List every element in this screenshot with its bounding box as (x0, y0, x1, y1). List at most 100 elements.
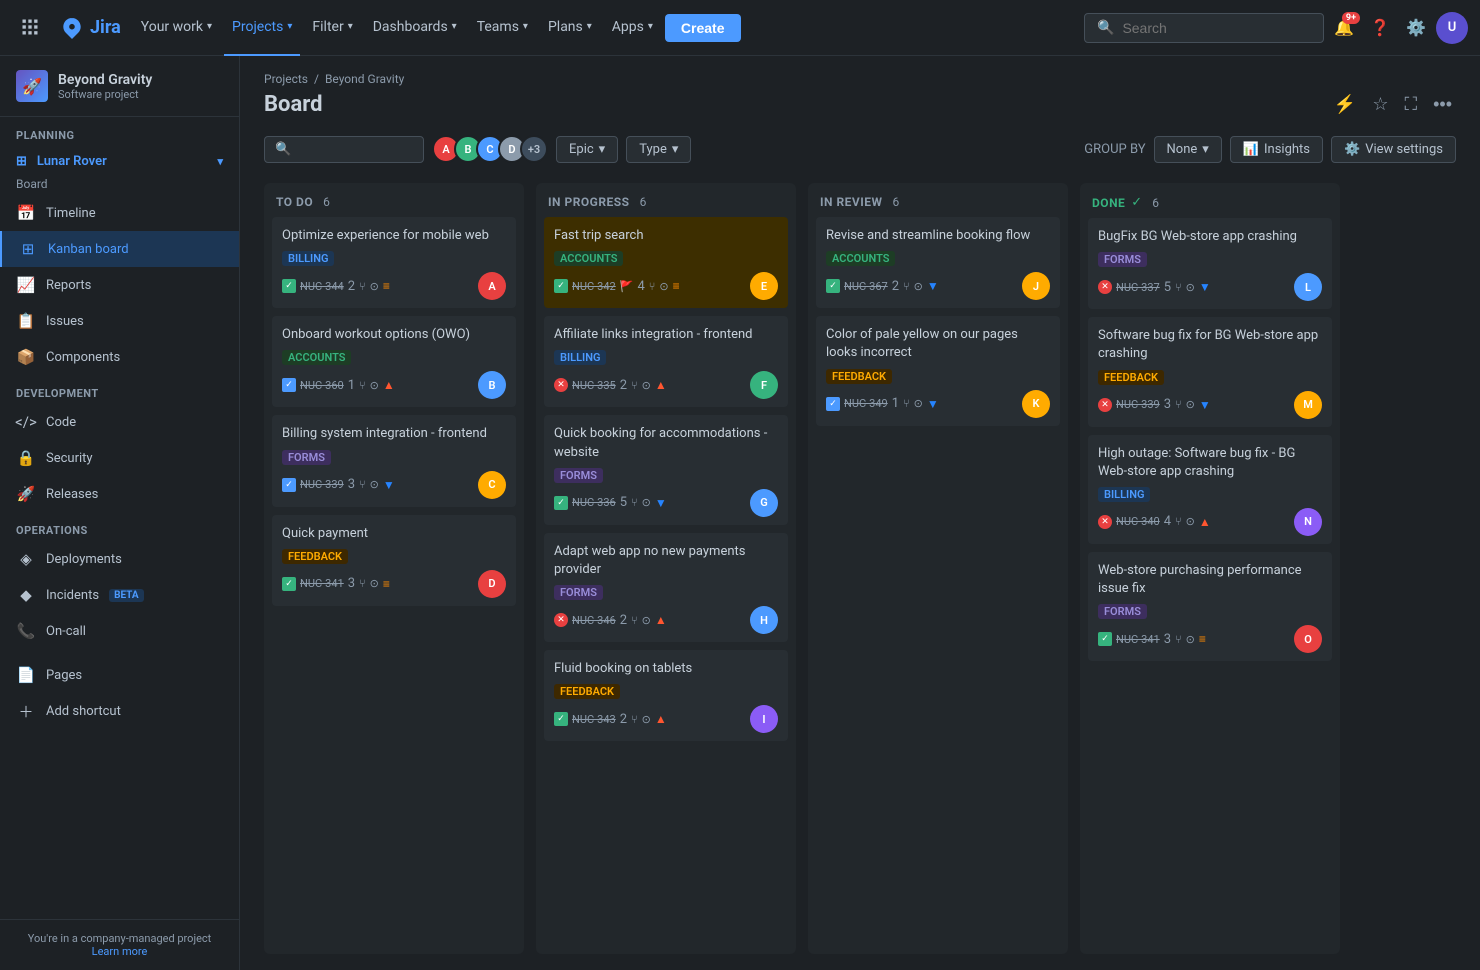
board-search-input[interactable] (297, 142, 413, 157)
create-button[interactable]: Create (665, 14, 741, 42)
card[interactable]: Affiliate links integration - frontend B… (544, 316, 788, 407)
sidebar-item-components[interactable]: 📦 Components (0, 339, 239, 375)
card-tag: ACCOUNTS (826, 251, 895, 266)
column-cards-done: BugFix BG Web-store app crashing FORMS ✕… (1080, 218, 1340, 669)
more-actions-button[interactable]: ••• (1429, 90, 1456, 119)
card[interactable]: Billing system integration - frontend FO… (272, 415, 516, 506)
breadcrumb-projects[interactable]: Projects (264, 72, 308, 86)
card[interactable]: Color of pale yellow on our pages looks … (816, 316, 1060, 425)
card-count: 3 (348, 477, 355, 492)
card-title: BugFix BG Web-store app crashing (1098, 228, 1322, 246)
settings-button[interactable]: ⚙️ (1400, 12, 1432, 44)
dashboards-nav[interactable]: Dashboards ▾ (365, 0, 465, 56)
epic-filter-button[interactable]: Epic ▾ (556, 136, 618, 163)
plans-nav[interactable]: Plans ▾ (540, 0, 600, 56)
code-label: Code (46, 415, 76, 430)
development-section-label: DEVELOPMENT (0, 375, 239, 404)
card[interactable]: Fluid booking on tablets FEEDBACK ✓ NUC-… (544, 650, 788, 741)
column-count-inprogress: 6 (640, 195, 647, 209)
expand-button[interactable]: ⛶ (1400, 90, 1421, 119)
notifications-button[interactable]: 🔔 9+ (1328, 12, 1360, 44)
card[interactable]: Quick payment FEEDBACK ✓ NUC-341 3 ⑂ ⊙ ≡… (272, 515, 516, 606)
project-name: Beyond Gravity (58, 72, 152, 88)
insights-button[interactable]: 📊 Insights (1230, 136, 1323, 163)
sidebar-item-oncall[interactable]: 📞 On-call (0, 613, 239, 649)
card[interactable]: Adapt web app no new payments provider F… (544, 533, 788, 642)
sidebar-item-pages[interactable]: 📄 Pages (0, 657, 239, 693)
breadcrumb-project[interactable]: Beyond Gravity (325, 72, 404, 86)
lightning-button[interactable]: ⚡ (1330, 90, 1360, 119)
priority-icon: ▼ (927, 279, 939, 293)
type-filter-button[interactable]: Type ▾ (626, 136, 691, 163)
card-tag: FEEDBACK (554, 684, 620, 699)
sidebar-item-code[interactable]: </> Code (0, 404, 239, 440)
filter-nav[interactable]: Filter ▾ (304, 0, 360, 56)
card-id: NUC-346 (572, 614, 616, 627)
column-todo: TO DO 6 Optimize experience for mobile w… (264, 183, 524, 954)
jira-logo[interactable]: Jira (52, 16, 129, 40)
kanban-board: TO DO 6 Optimize experience for mobile w… (240, 171, 1480, 970)
card-title: Color of pale yellow on our pages looks … (826, 326, 1050, 362)
lunar-rover-group[interactable]: ⊞ Lunar Rover ▾ (0, 146, 239, 177)
card-title: Fast trip search (554, 227, 778, 245)
search-box[interactable]: 🔍 (1084, 13, 1324, 43)
projects-nav[interactable]: Projects ▾ (224, 0, 300, 56)
view-settings-button[interactable]: ⚙️ View settings (1331, 136, 1456, 163)
board-action-buttons: ⚡ ☆ ⛶ ••• (1330, 90, 1456, 119)
sidebar-item-add-shortcut[interactable]: ＋ Add shortcut (0, 693, 239, 729)
branch-icon: ⑂ (359, 577, 366, 590)
priority-icon: ▲ (655, 613, 667, 627)
card-tag: FORMS (554, 468, 603, 483)
apps-grid-icon[interactable] (12, 0, 48, 56)
flag-icon: 🚩 (620, 280, 634, 293)
avatar-filter-more[interactable]: +3 (520, 135, 548, 163)
priority-icon: ≡ (383, 279, 390, 293)
sidebar-item-timeline[interactable]: 📅 Timeline (0, 195, 239, 231)
card[interactable]: Web-store purchasing performance issue f… (1088, 552, 1332, 661)
sidebar-item-releases[interactable]: 🚀 Releases (0, 476, 239, 512)
card[interactable]: Revise and streamline booking flow ACCOU… (816, 217, 1060, 308)
card-title: Onboard workout options (OWO) (282, 326, 506, 344)
branch-icon: ⑂ (903, 280, 910, 293)
commit-icon: ⊙ (659, 280, 668, 293)
user-avatar[interactable]: U (1436, 12, 1468, 44)
your-work-nav[interactable]: Your work ▾ (133, 0, 220, 56)
card-tag: BILLING (282, 251, 334, 266)
sidebar-item-issues[interactable]: 📋 Issues (0, 303, 239, 339)
card[interactable]: High outage: Software bug fix - BG Web-s… (1088, 435, 1332, 544)
sidebar-item-reports[interactable]: 📈 Reports (0, 267, 239, 303)
card[interactable]: Software bug fix for BG Web-store app cr… (1088, 317, 1332, 426)
help-button[interactable]: ❓ (1364, 12, 1396, 44)
footer-text: You're in a company-managed project (16, 932, 223, 945)
sidebar-item-incidents[interactable]: ◆ Incidents BETA (0, 577, 239, 613)
apps-nav[interactable]: Apps ▾ (604, 0, 661, 56)
reports-label: Reports (46, 278, 91, 293)
column-title-inprogress: IN PROGRESS (548, 195, 630, 209)
commit-icon: ⊙ (370, 577, 379, 590)
learn-more-link[interactable]: Learn more (92, 945, 148, 958)
card[interactable]: Fast trip search ACCOUNTS ✓ NUC-342 🚩 4 … (544, 217, 788, 308)
kanban-icon: ⊞ (18, 239, 38, 259)
card[interactable]: Optimize experience for mobile web BILLI… (272, 217, 516, 308)
card[interactable]: Quick booking for accommodations - websi… (544, 415, 788, 524)
search-input[interactable] (1122, 20, 1311, 36)
avatar-filter-group: A B C D +3 (432, 135, 548, 163)
card-tag: FEEDBACK (1098, 370, 1164, 385)
sprint-icon: ⊞ (16, 154, 27, 169)
card-assignee-avatar: A (478, 272, 506, 300)
teams-nav[interactable]: Teams ▾ (469, 0, 536, 56)
group-by-selector[interactable]: None ▾ (1154, 136, 1222, 163)
card-tag: FEEDBACK (282, 549, 348, 564)
card-tag: ACCOUNTS (282, 350, 351, 365)
sidebar-item-kanban[interactable]: ⊞ Kanban board (0, 231, 239, 267)
branch-icon: ⑂ (359, 379, 366, 392)
sidebar-item-security[interactable]: 🔒 Security (0, 440, 239, 476)
card-id: NUC-341 (1116, 633, 1160, 646)
sidebar-item-deployments[interactable]: ◈ Deployments (0, 541, 239, 577)
card[interactable]: BugFix BG Web-store app crashing FORMS ✕… (1088, 218, 1332, 309)
column-title-done: DONE (1092, 196, 1125, 210)
card[interactable]: Onboard workout options (OWO) ACCOUNTS ✓… (272, 316, 516, 407)
star-button[interactable]: ☆ (1368, 90, 1392, 119)
board-search-box[interactable]: 🔍 (264, 136, 424, 163)
card-meta: ✕ NUC-337 5 ⑂ ⊙ ▼ L (1098, 273, 1322, 301)
